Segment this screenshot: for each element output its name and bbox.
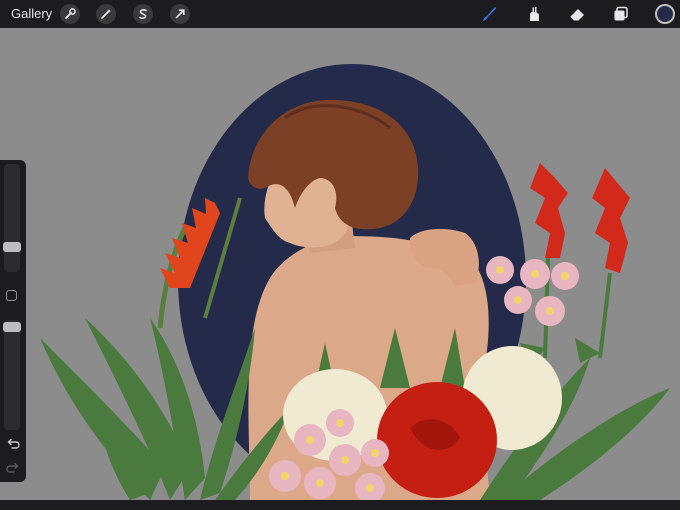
modify-button[interactable] bbox=[6, 290, 17, 301]
undo-icon[interactable] bbox=[5, 436, 21, 452]
bottom-bar bbox=[0, 500, 680, 510]
actions-wrench-icon[interactable] bbox=[60, 4, 80, 24]
artwork bbox=[0, 28, 680, 503]
brush-size-thumb[interactable] bbox=[3, 242, 21, 253]
opacity-thumb[interactable] bbox=[3, 322, 21, 332]
brush-size-slider[interactable] bbox=[3, 164, 21, 272]
adjustments-magic-wand-icon[interactable] bbox=[96, 4, 116, 24]
transform-arrow-icon[interactable] bbox=[170, 4, 190, 24]
brush-sidebar bbox=[0, 160, 26, 482]
opacity-slider[interactable] bbox=[3, 320, 21, 430]
gallery-button[interactable]: Gallery bbox=[11, 6, 52, 21]
top-toolbar: Gallery bbox=[0, 0, 680, 28]
smudge-icon[interactable] bbox=[524, 4, 544, 24]
brush-icon[interactable] bbox=[479, 4, 499, 24]
drawing-canvas[interactable] bbox=[0, 28, 680, 503]
eraser-icon[interactable] bbox=[567, 4, 587, 24]
selection-s-icon[interactable] bbox=[133, 4, 153, 24]
redo-icon[interactable] bbox=[5, 460, 21, 476]
layers-icon[interactable] bbox=[611, 4, 631, 24]
color-picker-button[interactable] bbox=[655, 4, 675, 24]
